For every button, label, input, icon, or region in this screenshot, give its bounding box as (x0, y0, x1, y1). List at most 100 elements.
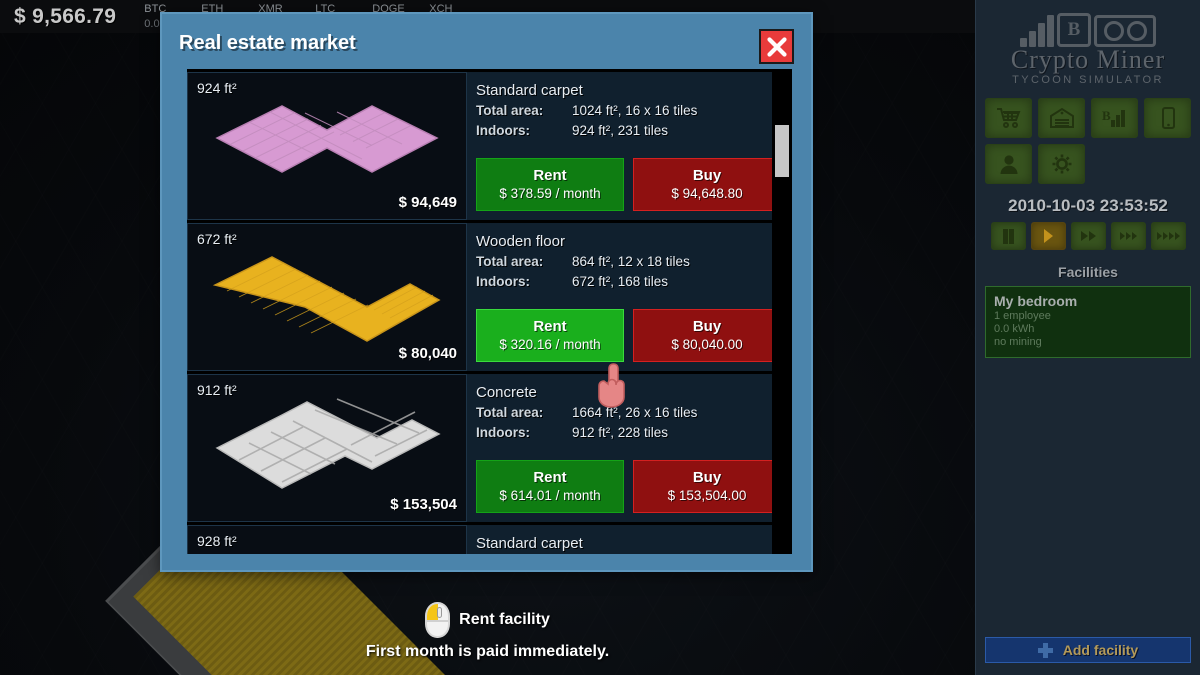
facility-mining: no mining (994, 336, 1182, 349)
bitcoin-chip-icon: B (1057, 13, 1091, 47)
listing-details: Standard carpet (467, 525, 772, 554)
total-area-value: 864 ft², 12 x 18 tiles (572, 252, 690, 272)
indoors-label: Indoors: (476, 272, 572, 292)
rent-price: $ 614.01 / month (499, 487, 600, 505)
listings-scroll-content: 924 ft² (187, 69, 772, 554)
buy-button[interactable]: Buy $ 80,040.00 (633, 309, 781, 362)
plus-icon (1038, 643, 1053, 658)
total-area-label: Total area: (476, 403, 572, 423)
isometric-floorplan-icon (202, 242, 452, 352)
listing-indoors: Indoors: 924 ft², 231 tiles (476, 121, 772, 141)
rent-button[interactable]: Rent $ 320.16 / month (476, 309, 624, 362)
speed-pause-button[interactable] (991, 222, 1026, 250)
listing-floor-type: Standard carpet (476, 81, 772, 101)
triple-arrow-icon (1126, 232, 1131, 240)
add-facility-label: Add facility (1063, 642, 1138, 658)
hint-row: Rent facility (425, 602, 550, 638)
hint-note: First month is paid immediately. (366, 643, 609, 661)
rent-price: $ 378.59 / month (499, 185, 600, 203)
game-clock: 2010-10-03 23:53:52 (976, 196, 1200, 216)
bottom-action-hint: Rent facility First month is paid immedi… (0, 602, 975, 661)
add-facility-button[interactable]: Add facility (985, 637, 1191, 663)
double-arrow-icon (1081, 231, 1088, 241)
close-button[interactable] (759, 29, 794, 64)
buy-button[interactable]: Buy $ 94,648.80 (633, 158, 781, 211)
quad-arrow-icon (1169, 232, 1174, 240)
triple-arrow-icon (1132, 232, 1137, 240)
speed-fast4-button[interactable] (1151, 222, 1186, 250)
facilities-heading: Facilities (976, 264, 1200, 280)
table-row[interactable]: 928 ft² Standard carpet (187, 525, 772, 554)
listing-actions: Rent $ 614.01 / month Buy $ 153,504.00 (476, 460, 781, 513)
nav-employees-button[interactable] (985, 144, 1032, 184)
buy-label: Buy (693, 166, 721, 185)
game-logo: B Crypto Miner TYCOON SIMULATOR (976, 7, 1200, 86)
listing-details: Standard carpet Total area: 1024 ft², 16… (467, 72, 772, 220)
rent-label: Rent (533, 468, 566, 487)
nav-market-button[interactable]: B (1091, 98, 1138, 138)
table-row[interactable]: 924 ft² (187, 72, 772, 223)
sidebar: B Crypto Miner TYCOON SIMULATOR (975, 0, 1200, 675)
listing-price: $ 94,649 (399, 194, 457, 211)
speed-fast2-button[interactable] (1071, 222, 1106, 250)
listing-total-area: Total area: 864 ft², 12 x 18 tiles (476, 252, 772, 272)
speed-fast3-button[interactable] (1111, 222, 1146, 250)
rent-label: Rent (533, 317, 566, 336)
buy-price: $ 94,648.80 (671, 185, 742, 203)
dialog-title: Real estate market (179, 32, 811, 55)
table-row[interactable]: 912 ft² (187, 374, 772, 525)
rent-button[interactable]: Rent $ 614.01 / month (476, 460, 624, 513)
buy-price: $ 80,040.00 (671, 336, 742, 354)
pause-icon (1003, 229, 1008, 244)
listing-details: Wooden floor Total area: 864 ft², 12 x 1… (467, 223, 772, 371)
pointing-hand-cursor-icon (598, 363, 632, 409)
indoors-value: 912 ft², 228 tiles (572, 423, 668, 443)
nav-settings-button[interactable] (1038, 144, 1085, 184)
gear-icon (1049, 153, 1075, 175)
scrollbar-thumb[interactable] (775, 125, 789, 177)
facilities-list: My bedroom 1 employee 0.0 kWh no mining (985, 286, 1191, 358)
speed-controls (976, 222, 1200, 250)
triple-arrow-icon (1120, 232, 1125, 240)
indoors-value: 672 ft², 168 tiles (572, 272, 668, 292)
facility-card[interactable]: My bedroom 1 employee 0.0 kWh no mining (985, 286, 1191, 358)
speed-play-button[interactable] (1031, 222, 1066, 250)
double-arrow-icon (1089, 231, 1096, 241)
nav-phone-button[interactable] (1144, 98, 1191, 138)
gpu-icon (1094, 15, 1156, 47)
total-area-label: Total area: (476, 252, 572, 272)
mouse-left-click-icon (425, 602, 450, 638)
person-icon (996, 153, 1022, 175)
listing-preview: 924 ft² (187, 72, 467, 220)
listings-viewport: 924 ft² (187, 69, 792, 554)
listing-sqft: 928 ft² (197, 533, 237, 549)
listing-price: $ 80,040 (399, 345, 457, 362)
table-row[interactable]: 672 ft² $ 80,040 (187, 223, 772, 374)
rent-button[interactable]: Rent $ 378.59 / month (476, 158, 624, 211)
bitcoin-chart-icon: B (1102, 107, 1128, 129)
total-area-value: 1024 ft², 16 x 16 tiles (572, 101, 697, 121)
signal-bars-icon (1020, 13, 1054, 47)
warehouse-icon (1049, 107, 1075, 129)
nav-facilities-button[interactable] (1038, 98, 1085, 138)
listing-total-area: Total area: 1024 ft², 16 x 16 tiles (476, 101, 772, 121)
pause-icon (1009, 229, 1014, 244)
facility-power: 0.0 kWh (994, 323, 1182, 336)
quad-arrow-icon (1163, 232, 1168, 240)
listing-actions: Rent $ 378.59 / month Buy $ 94,648.80 (476, 158, 781, 211)
buy-button[interactable]: Buy $ 153,504.00 (633, 460, 781, 513)
shopping-cart-icon (996, 107, 1022, 129)
buy-price: $ 153,504.00 (668, 487, 747, 505)
quad-arrow-icon (1157, 232, 1162, 240)
listing-indoors: Indoors: 912 ft², 228 tiles (476, 423, 772, 443)
nav-button-grid: B (985, 98, 1191, 184)
nav-shop-button[interactable] (985, 98, 1032, 138)
smartphone-icon (1155, 107, 1181, 129)
listings-scrollbar[interactable] (772, 69, 792, 554)
logo-graphics: B (976, 7, 1200, 47)
cash-balance: $ 9,566.79 (14, 5, 116, 29)
listing-preview: 672 ft² $ 80,040 (187, 223, 467, 371)
close-icon (765, 35, 789, 59)
logo-subtitle: TYCOON SIMULATOR (976, 74, 1200, 86)
total-area-label: Total area: (476, 101, 572, 121)
